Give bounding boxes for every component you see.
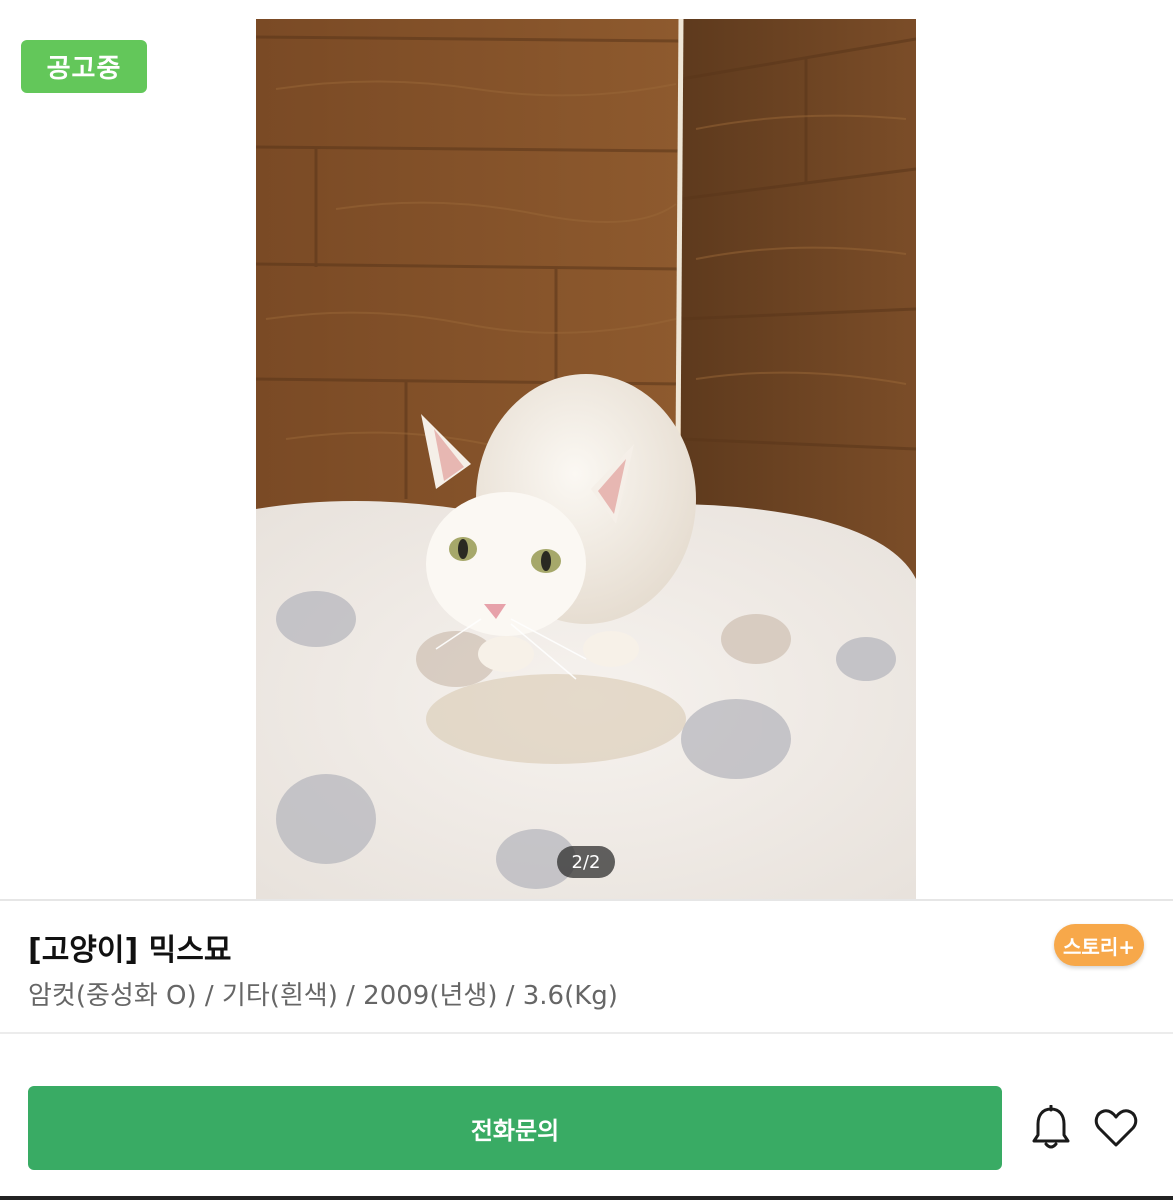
photo-page-indicator: 2/2 [557, 846, 615, 878]
call-inquiry-button[interactable]: 전화문의 [28, 1086, 1002, 1170]
photo-area: 공고중 2/2 [0, 0, 1173, 900]
divider [0, 899, 1173, 901]
status-badge: 공고중 [21, 40, 147, 93]
pet-info: 암컷(중성화 O) / 기타(흰색) / 2009(년생) / 3.6(Kg) [28, 981, 618, 1011]
bottom-edge-bar [0, 1196, 1173, 1200]
heart-icon[interactable] [1092, 1104, 1140, 1152]
bell-icon[interactable] [1027, 1104, 1075, 1152]
pet-title: [고양이] 믹스묘 [28, 933, 232, 968]
pet-photo[interactable] [256, 19, 916, 899]
story-plus-badge[interactable]: 스토리+ [1054, 924, 1144, 966]
divider [0, 1032, 1173, 1034]
